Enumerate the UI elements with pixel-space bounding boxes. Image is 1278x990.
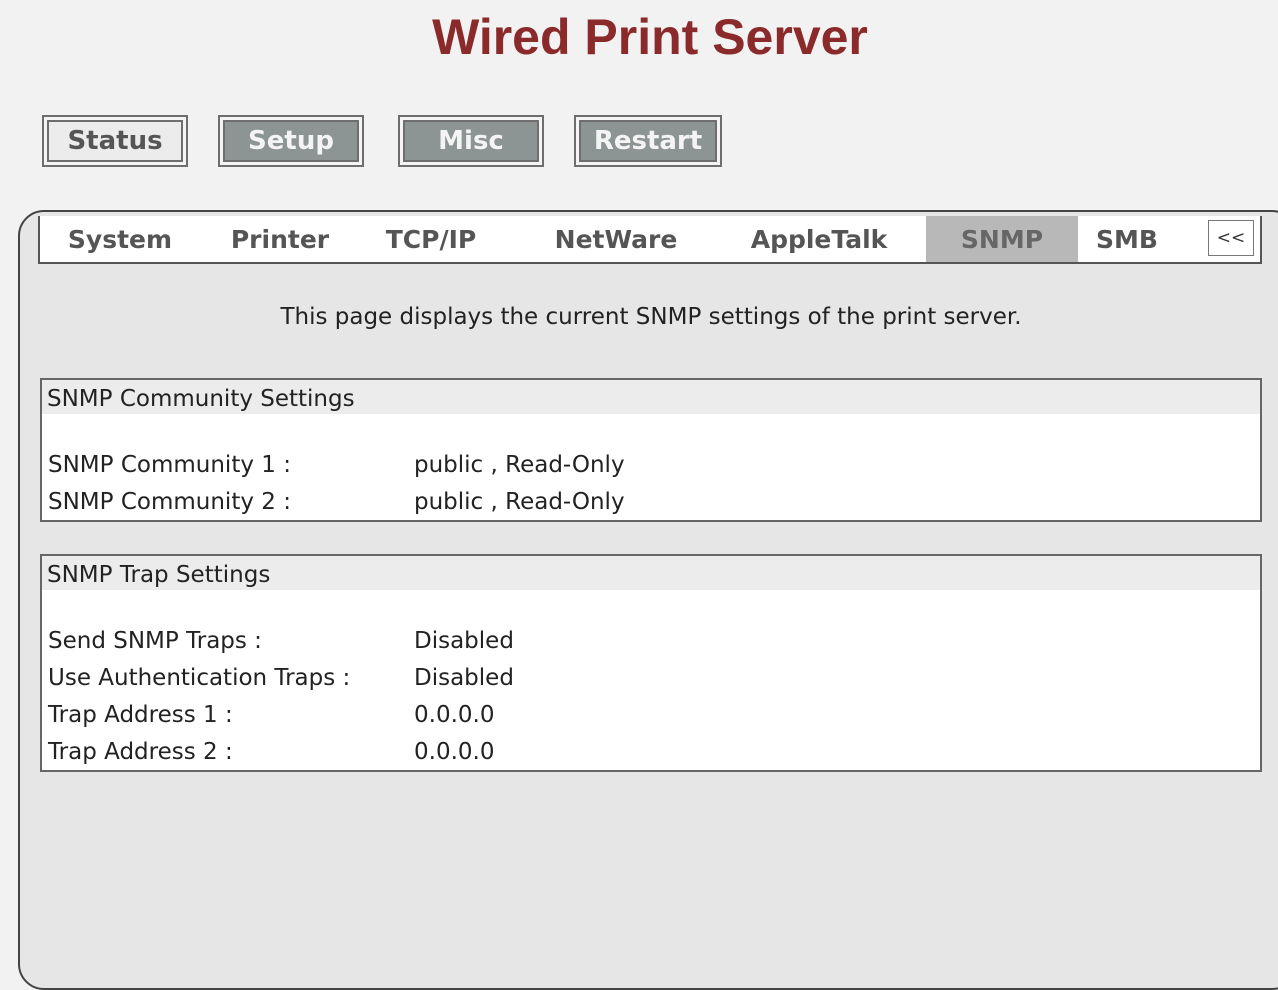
section-header: SNMP Trap Settings — [42, 556, 1260, 590]
trap-row-4: Trap Address 2 : 0.0.0.0 — [48, 739, 494, 765]
field-value: Disabled — [414, 628, 514, 654]
trap-row-2: Use Authentication Traps : Disabled — [48, 665, 514, 691]
status-button[interactable]: Status — [42, 115, 188, 167]
snmp-trap-settings-section: SNMP Trap Settings Send SNMP Traps : Dis… — [40, 554, 1262, 772]
tab-smb[interactable]: SMB — [1080, 216, 1174, 262]
field-label: Trap Address 2 : — [48, 739, 233, 765]
field-value: 0.0.0.0 — [414, 739, 495, 765]
page-description: This page displays the current SNMP sett… — [280, 304, 1022, 330]
trap-row-1: Send SNMP Traps : Disabled — [48, 628, 514, 654]
setup-button-label: Setup — [223, 120, 359, 162]
tab-tcpip[interactable]: TCP/IP — [366, 216, 496, 262]
setup-button[interactable]: Setup — [218, 115, 364, 167]
misc-button[interactable]: Misc — [398, 115, 544, 167]
field-value: public , Read-Only — [414, 489, 625, 515]
field-label: SNMP Community 2 : — [48, 489, 291, 515]
field-value: 0.0.0.0 — [414, 702, 495, 728]
tab-appletalk[interactable]: AppleTalk — [730, 216, 908, 262]
community-row-1: SNMP Community 1 : public , Read-Only — [48, 452, 625, 478]
field-value: Disabled — [414, 665, 514, 691]
field-label: Use Authentication Traps : — [48, 665, 351, 691]
page-title: Wired Print Server — [432, 9, 868, 65]
field-value: public , Read-Only — [414, 452, 625, 478]
status-button-label: Status — [47, 120, 183, 162]
field-label: SNMP Community 1 : — [48, 452, 291, 478]
field-label: Trap Address 1 : — [48, 702, 233, 728]
section-header: SNMP Community Settings — [42, 380, 1260, 414]
community-row-2: SNMP Community 2 : public , Read-Only — [48, 489, 625, 515]
tab-printer[interactable]: Printer — [212, 216, 348, 262]
field-label: Send SNMP Traps : — [48, 628, 262, 654]
restart-button-label: Restart — [579, 120, 717, 162]
misc-button-label: Misc — [403, 120, 539, 162]
restart-button[interactable]: Restart — [574, 115, 722, 167]
tab-system[interactable]: System — [50, 216, 190, 262]
sub-tab-bar: System Printer TCP/IP NetWare AppleTalk … — [38, 216, 1262, 264]
tab-scroll-left-button[interactable]: << — [1208, 220, 1254, 256]
trap-row-3: Trap Address 1 : 0.0.0.0 — [48, 702, 494, 728]
tab-netware[interactable]: NetWare — [534, 216, 698, 262]
tab-snmp[interactable]: SNMP — [926, 216, 1078, 262]
snmp-community-settings-section: SNMP Community Settings SNMP Community 1… — [40, 378, 1262, 522]
